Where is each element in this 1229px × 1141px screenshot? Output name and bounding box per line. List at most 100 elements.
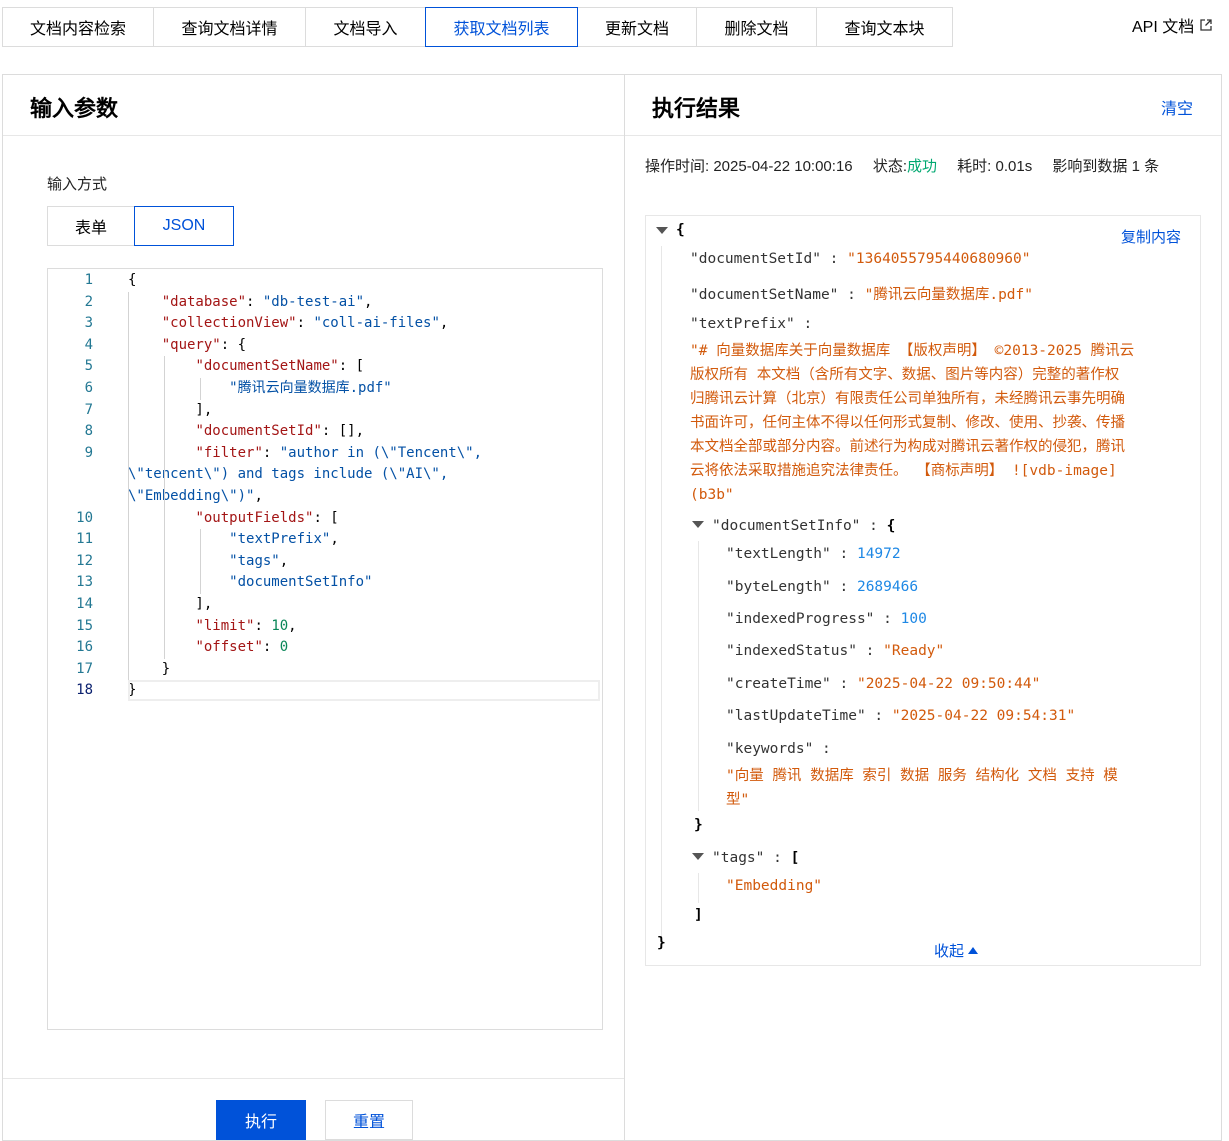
json-field-textPrefix-key: "textPrefix" :: [690, 316, 813, 332]
code-line: 4 "query": {: [48, 335, 602, 356]
tab-document-content-search[interactable]: 文档内容检索: [2, 7, 154, 47]
json-field-tags: "tags" : [: [712, 850, 800, 866]
json-code-editor[interactable]: 1{2 "database": "db-test-ai", 3 "collecti…: [47, 268, 603, 1030]
clear-button[interactable]: 清空: [1161, 95, 1193, 119]
status-label: 状态:: [872, 158, 907, 175]
api-doc-link[interactable]: API 文档: [1132, 13, 1212, 37]
json-field-documentSetId: "documentSetId" : "1364055795440680960": [690, 251, 1031, 267]
line-number: 10: [76, 509, 93, 526]
cost-label: 耗时:: [957, 158, 992, 175]
json-field-keywords-key: "keywords" :: [726, 741, 831, 757]
code-text: "query": {: [161, 336, 247, 353]
top-tabs: 文档内容检索 查询文档详情 文档导入 获取文档列表 更新文档 删除文档 查询文本…: [2, 7, 953, 47]
collapse-toggle-icon[interactable]: [656, 227, 668, 234]
indent-guide: [698, 541, 699, 811]
line-number: 18: [76, 682, 93, 699]
current-line-highlight: [128, 680, 600, 702]
code-line: 7 ],: [48, 400, 602, 421]
line-number: 9: [84, 444, 93, 461]
tab-query-text-chunks[interactable]: 查询文本块: [816, 7, 953, 47]
code-text: ],: [128, 596, 213, 612]
mode-json-button[interactable]: JSON: [134, 206, 234, 246]
copy-content-button[interactable]: 复制内容: [1121, 226, 1181, 247]
code-text: \"Embedding\")",: [128, 488, 263, 504]
collapse-toggle-icon[interactable]: [692, 521, 704, 528]
code-text: "collectionView": "coll-ai-files",: [161, 315, 449, 332]
time-value: 2025-04-22 10:00:16: [713, 158, 853, 175]
json-field-createTime: "createTime" : "2025-04-22 09:50:44": [726, 676, 1041, 692]
code-line: 6 "腾讯云向量数据库.pdf": [48, 378, 602, 399]
json-close-brace: }: [694, 817, 703, 833]
line-number: 13: [76, 574, 93, 591]
code-line: 12 "tags",: [48, 551, 602, 572]
line-number: 1: [84, 272, 93, 288]
code-text: "offset": 0: [195, 639, 289, 656]
input-params-panel: 输入参数 输入方式 表单 JSON 1{2 "database": "db-te…: [2, 74, 625, 1141]
json-tags-item: "Embedding": [726, 878, 823, 894]
json-field-indexedStatus: "indexedStatus" : "Ready": [726, 643, 945, 659]
line-number: 15: [76, 617, 93, 634]
result-panel: 执行结果 清空 操作时间: 2025-04-22 10:00:16 状态:成功 …: [624, 74, 1222, 1141]
tab-delete-document[interactable]: 删除文档: [696, 7, 817, 47]
code-line: \"Embedding\")",: [48, 486, 602, 507]
json-close-brace: }: [657, 935, 666, 951]
code-text: "textPrefix",: [229, 531, 339, 548]
json-field-textLength: "textLength" : 14972: [726, 546, 901, 562]
result-title: 执行结果: [652, 96, 741, 121]
code-line: \"tencent\") and tags include (\"AI\",: [48, 464, 602, 485]
line-number: 3: [84, 315, 93, 332]
mode-form-button[interactable]: 表单: [47, 206, 135, 246]
json-field-lastUpdateTime: "lastUpdateTime" : "2025-04-22 09:54:31": [726, 708, 1076, 724]
code-text: \"tencent\") and tags include (\"AI\",: [128, 466, 449, 483]
line-number: 8: [84, 423, 93, 440]
affected-value: 1: [1131, 158, 1140, 175]
line-number: 2: [84, 293, 93, 310]
code-line: 15 "limit": 10,: [48, 616, 602, 637]
tab-query-document-details[interactable]: 查询文档详情: [153, 7, 306, 47]
line-number: 11: [76, 531, 93, 548]
code-text: "database": "db-test-ai",: [161, 293, 373, 310]
indent-guide: [200, 529, 201, 594]
code-line: 11 "textPrefix",: [48, 529, 602, 550]
line-number: 5: [84, 358, 93, 375]
reset-button[interactable]: 重置: [325, 1100, 413, 1140]
json-field-documentSetInfo: "documentSetInfo" : {: [712, 518, 896, 534]
collapse-button[interactable]: 收起: [934, 940, 979, 961]
code-line: 16 "offset": 0: [48, 637, 602, 658]
code-line: 3 "collectionView": "coll-ai-files",: [48, 313, 602, 334]
indent-guide: [661, 246, 662, 940]
code-line: 14 ],: [48, 594, 602, 615]
json-field-documentSetName: "documentSetName" : "腾讯云向量数据库.pdf": [690, 287, 1033, 303]
execution-meta: 操作时间: 2025-04-22 10:00:16 状态:成功 耗时: 0.01…: [645, 155, 1195, 179]
line-number: 12: [76, 552, 93, 569]
status-value: 成功: [906, 158, 937, 175]
indent-guide: [128, 291, 129, 681]
external-link-icon: [1200, 19, 1212, 31]
code-text: ],: [128, 401, 213, 418]
divider: [3, 135, 624, 136]
code-text: "limit": 10,: [195, 617, 297, 634]
line-number: 7: [84, 401, 93, 418]
collapse-toggle-icon[interactable]: [692, 853, 704, 860]
code-text: "filter": "author in (\"Tencent\",: [195, 444, 483, 461]
json-result-viewer: 复制内容 { "documentSetId" : "13640557954406…: [645, 215, 1201, 966]
caret-up-icon: [968, 947, 979, 954]
code-text: "tags",: [229, 552, 289, 569]
indent-guide: [164, 356, 165, 659]
time-label: 操作时间:: [645, 158, 710, 175]
code-line: 13 "documentSetInfo": [48, 572, 602, 593]
divider: [625, 135, 1221, 136]
execute-button[interactable]: 执行: [216, 1100, 306, 1140]
code-line: 17 }: [48, 659, 602, 680]
json-field-textPrefix-value: "# 向量数据库关于向量数据库 【版权声明】 ©2013-2025 腾讯云 版权…: [690, 343, 1135, 503]
indent-guide: [200, 378, 201, 400]
code-text: "outputFields": [: [195, 509, 339, 526]
code-line: 5 "documentSetName": [: [48, 356, 602, 377]
json-open-brace: {: [676, 222, 685, 238]
tab-update-document[interactable]: 更新文档: [577, 7, 697, 47]
affected-label: 影响到数据: [1052, 158, 1128, 175]
json-close-bracket: ]: [694, 907, 703, 923]
tab-document-import[interactable]: 文档导入: [305, 7, 426, 47]
tab-get-document-list[interactable]: 获取文档列表: [425, 7, 578, 47]
code-line: 8 "documentSetId": [],: [48, 421, 602, 442]
